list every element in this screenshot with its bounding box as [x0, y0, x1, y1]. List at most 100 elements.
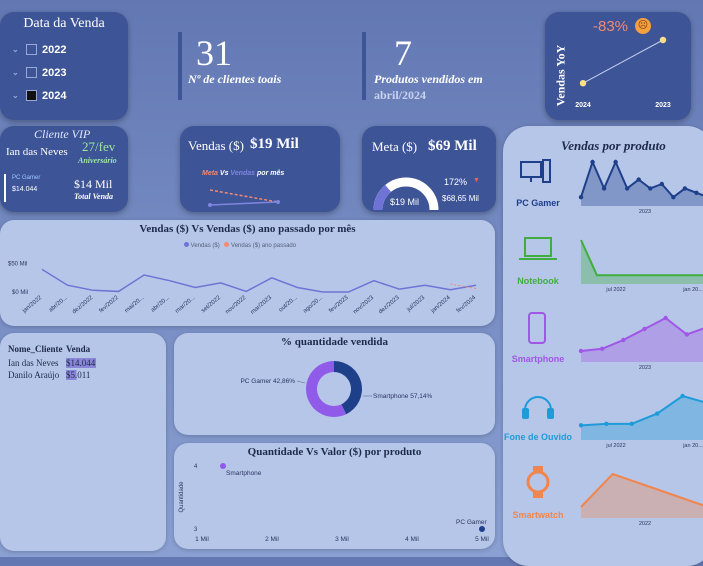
goal-card: Meta ($) $69 Mil $19 Mil 172% ▼ $68,65 M…: [362, 126, 496, 212]
products-panel: Vendas por produto PC Gamer 2023 Notebook j…: [503, 126, 703, 566]
gauge-value: $19 Mil: [390, 197, 420, 207]
scatter-chart: Quantidade 4 3 1 Mil 2 Mil 3 Mil 4 Mil 5 Mil Sma…: [179, 463, 489, 543]
checkbox[interactable]: [26, 90, 37, 101]
chevron-down-icon[interactable]: ⌄: [12, 68, 26, 77]
chevron-down-icon[interactable]: ⌄: [12, 45, 26, 54]
product-name: PC Gamer: [516, 198, 560, 208]
x-tick: dez/2023: [378, 295, 401, 316]
clients-label: Nº de clientes toais: [188, 72, 282, 86]
kpi-clients: 31 Nº de clientes toais: [178, 32, 338, 102]
year-option-2023[interactable]: ⌄ 2023: [12, 61, 66, 84]
x-tick: nov/2023: [352, 295, 375, 316]
checkbox[interactable]: [26, 67, 37, 78]
product-area: [581, 240, 703, 284]
monthly-line-chart: $50 Mil$0 Miljan/2022 abr/20... dez/2022 fe…: [8, 262, 478, 316]
product-line: [580, 239, 703, 277]
yoy-card: Vendas YoY -83% ☹ 2024 2023: [545, 12, 691, 120]
year-label: 2024: [42, 89, 67, 102]
strap: [533, 466, 543, 472]
table-row[interactable]: Danilo Araújo $5.011: [8, 369, 116, 381]
scatter-point: [220, 463, 226, 469]
series-sales-line: [41, 268, 477, 293]
sales-line: [209, 201, 279, 206]
vip-product-value: $14.044: [12, 186, 38, 193]
product-point: [648, 186, 653, 191]
product-name: Smartwatch: [512, 510, 563, 520]
donut-chart: PC Gamer 42,86% Smartphone 57,14%: [240, 361, 432, 417]
gauge-pct: 172%: [444, 177, 468, 187]
product-point: [578, 195, 584, 200]
y-tick: $0 Mil: [12, 290, 28, 296]
product-point: [636, 177, 641, 182]
column-header[interactable]: Nome_Cliente: [8, 344, 66, 354]
x-tick: 1 Mil: [195, 536, 209, 543]
client-name: Ian das Neves: [8, 358, 59, 368]
cup: [522, 408, 529, 419]
year-option-2024[interactable]: ⌄ 2024: [12, 84, 66, 107]
client-name: Danilo Araújo: [8, 370, 60, 380]
checkbox[interactable]: [26, 44, 37, 55]
x-tick: set/2022: [200, 295, 222, 315]
year-option-2022[interactable]: ⌄ 2022: [12, 38, 66, 61]
yoy-point: [659, 36, 667, 44]
vip-card: Cliente VIP Ian das Neves 27/fev Anivers…: [0, 126, 128, 212]
chevron-down-icon[interactable]: ⌄: [12, 91, 26, 100]
product-point: [629, 421, 634, 427]
year-label: 2022: [42, 43, 67, 56]
product-point: [624, 186, 630, 191]
yoy-x-label: 2023: [655, 102, 671, 109]
cup: [547, 408, 554, 419]
vip-total-label: Total Venda: [74, 192, 114, 201]
x-tick: mar/2023: [250, 295, 274, 316]
scatter-label: PC Gamer: [456, 519, 488, 526]
scatter-point: [479, 526, 485, 532]
product-name: Notebook: [517, 276, 559, 286]
product-point: [604, 421, 609, 427]
y-tick: 4: [194, 464, 198, 470]
donut-panel: % quantidade vendida PC Gamer 42,86% Smar…: [174, 333, 495, 435]
product-x-tick: 2023: [639, 209, 651, 215]
laptop-icon: [519, 237, 557, 260]
x-tick: jul/2023: [405, 295, 426, 314]
x-tick: jan/2022: [21, 295, 44, 315]
phone-body: [528, 312, 546, 344]
gauge-target: $68,65 Mil: [442, 194, 479, 203]
x-tick: fev/2022: [98, 295, 120, 315]
slicer-title: Data da Venda: [23, 16, 105, 31]
yoy-line: [582, 39, 664, 84]
x-tick: nov/2022: [225, 295, 248, 316]
product-point: [590, 159, 595, 165]
x-tick: dez/2022: [72, 295, 95, 316]
band: [524, 396, 552, 411]
product-x-tick: jul 2022: [605, 287, 625, 293]
client-table-panel: Nome_Cliente Venda Ian das Neves $14.044 Dan…: [0, 333, 166, 551]
yoy-chart: 2024 2023: [575, 36, 671, 109]
product-name: Smartphone: [512, 354, 565, 364]
pc-icon: [520, 159, 551, 183]
products-label: Produtos vendidos em: [374, 72, 483, 86]
x-tick: 3 Mil: [335, 536, 349, 543]
gauge-fill: [373, 184, 392, 211]
product-point: [613, 159, 618, 165]
x-tick: 2 Mil: [265, 536, 279, 543]
product-mini-charts: PC Gamer 2023 Notebook jul 2022 jan 20... Sma…: [504, 159, 703, 527]
y-tick: 3: [194, 527, 198, 533]
product-point: [642, 326, 647, 332]
product-point: [684, 332, 690, 337]
screen: [524, 237, 552, 257]
x-tick: abr/20...: [150, 295, 171, 314]
column-header[interactable]: Venda: [66, 344, 116, 354]
x-tick: ago/20...: [302, 295, 324, 315]
product-point: [578, 423, 584, 428]
table-row[interactable]: Ian das Neves $14.044: [8, 357, 116, 369]
monitor: [520, 161, 542, 178]
meta-line: [209, 189, 279, 203]
monthly-sales-panel: Vendas ($) Vs Vendas ($) ano passado por…: [0, 220, 495, 326]
x-tick: mai/20...: [124, 295, 146, 315]
vip-date: 27/fev: [82, 139, 116, 154]
product-area: [581, 474, 703, 518]
year-label: 2023: [42, 66, 67, 79]
product-point: [599, 346, 605, 351]
scatter-label: Smartphone: [226, 470, 262, 477]
product-name: Fone de Ouvido: [504, 432, 573, 442]
